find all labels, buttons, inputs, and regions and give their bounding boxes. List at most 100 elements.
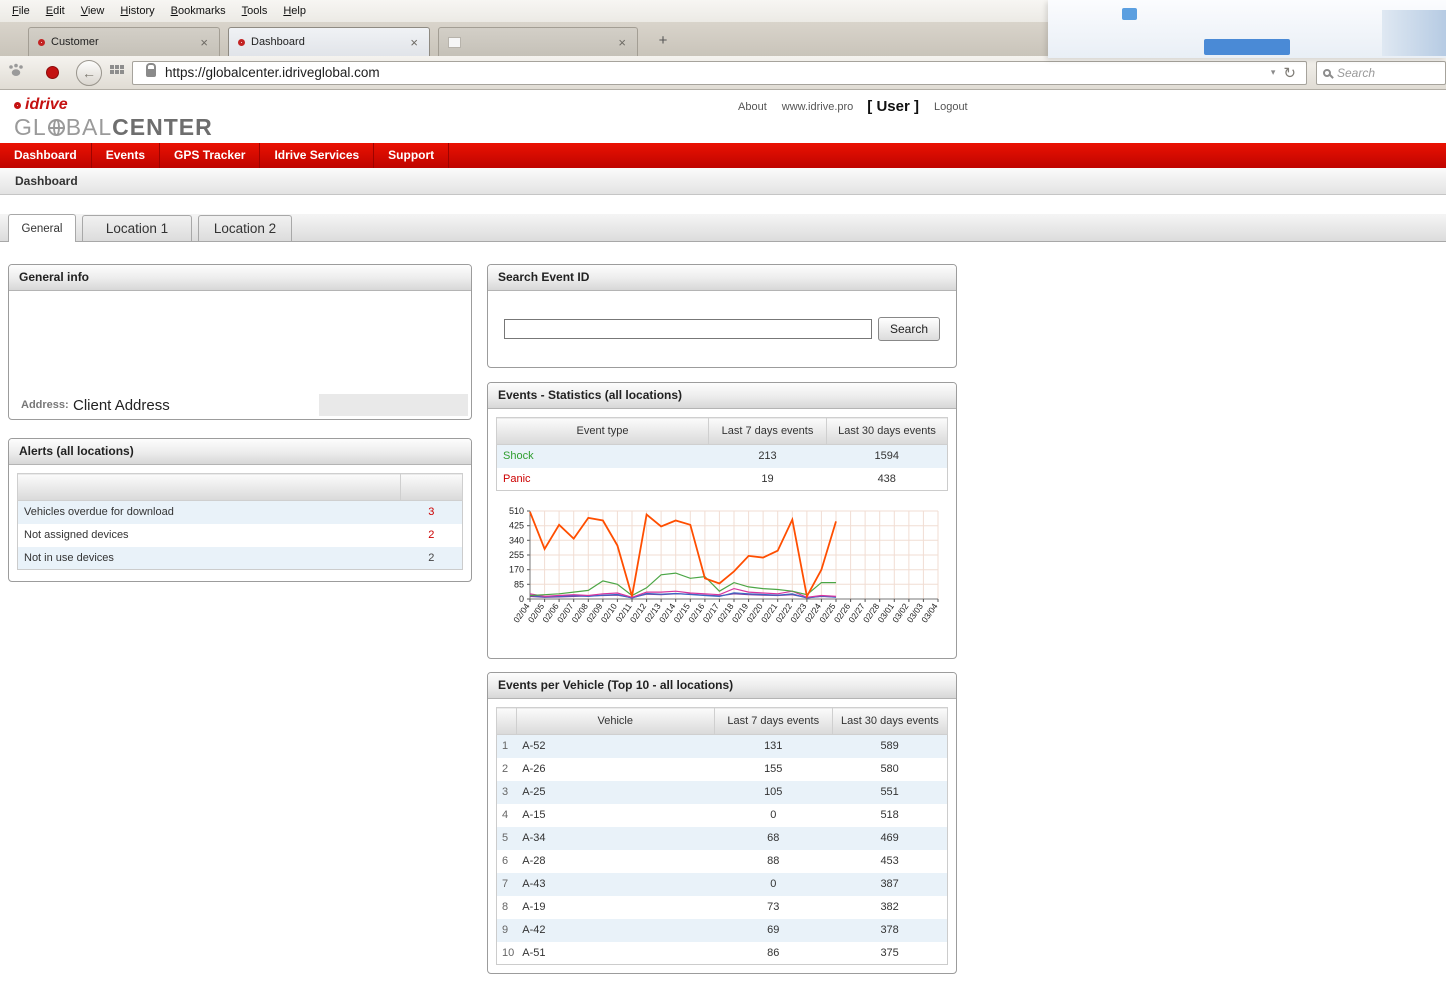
page-thumbnail-icon bbox=[448, 37, 461, 48]
table-row: Not in use devices 2 bbox=[18, 547, 463, 570]
address-bar[interactable]: https://globalcenter.idriveglobal.com ▾ … bbox=[132, 61, 1307, 85]
url-text: https://globalcenter.idriveglobal.com bbox=[165, 65, 1266, 80]
browser-tab-customer[interactable]: Customer × bbox=[28, 27, 220, 56]
panel-title: Search Event ID bbox=[488, 265, 956, 291]
lock-icon bbox=[146, 69, 156, 77]
panel-title: Alerts (all locations) bbox=[9, 439, 471, 465]
close-icon[interactable]: × bbox=[616, 34, 628, 51]
search-icon bbox=[1323, 69, 1331, 77]
overlay-window-button bbox=[1204, 39, 1290, 55]
panel-title: General info bbox=[9, 265, 471, 291]
menu-file[interactable]: File bbox=[4, 2, 38, 20]
menu-tools[interactable]: Tools bbox=[234, 2, 276, 20]
tab-location-1[interactable]: Location 1 bbox=[82, 215, 192, 241]
panel-title: Events per Vehicle (Top 10 - all locatio… bbox=[488, 673, 956, 699]
table-row: 2 A-26 155 580 bbox=[497, 758, 948, 781]
new-tab-button[interactable]: + bbox=[651, 31, 675, 51]
brand-name: idrive bbox=[25, 96, 68, 114]
column-header bbox=[497, 708, 517, 735]
table-row: 1 A-52 131 589 bbox=[497, 735, 948, 758]
address-label: Address: bbox=[9, 399, 73, 411]
browser-tab-dashboard[interactable]: Dashboard × bbox=[228, 27, 430, 56]
event-id-input[interactable] bbox=[504, 319, 872, 339]
table-row: Panic 19 438 bbox=[497, 468, 948, 491]
svg-text:170: 170 bbox=[509, 565, 524, 575]
table-row: Not assigned devices 2 bbox=[18, 524, 463, 547]
alerts-header-value bbox=[401, 474, 463, 501]
menu-history[interactable]: History bbox=[112, 2, 162, 20]
reload-icon[interactable]: ↻ bbox=[1280, 64, 1299, 82]
table-row: 4 A-15 0 518 bbox=[497, 804, 948, 827]
back-button[interactable]: ← bbox=[76, 60, 102, 86]
column-header: Event type bbox=[497, 418, 709, 445]
table-row: 3 A-25 105 551 bbox=[497, 781, 948, 804]
browser-search-input[interactable] bbox=[1337, 66, 1439, 80]
user-label[interactable]: [ User ] bbox=[867, 98, 919, 115]
alerts-panel: Alerts (all locations) Vehicles overdue … bbox=[8, 438, 472, 582]
about-link[interactable]: About bbox=[738, 101, 767, 113]
column-header: Last 7 days events bbox=[709, 418, 827, 445]
events-per-vehicle-panel: Events per Vehicle (Top 10 - all locatio… bbox=[487, 672, 957, 974]
nav-dashboard[interactable]: Dashboard bbox=[0, 143, 92, 168]
nav-support[interactable]: Support bbox=[374, 143, 449, 168]
svg-text:85: 85 bbox=[514, 579, 524, 589]
close-icon[interactable]: × bbox=[198, 34, 210, 51]
table-row: 10 A-51 86 375 bbox=[497, 942, 948, 965]
general-info-panel: General info Address: Client Address bbox=[8, 264, 472, 420]
tab-general[interactable]: General bbox=[8, 214, 76, 242]
alerts-table: Vehicles overdue for download 3 Not assi… bbox=[17, 473, 463, 570]
left-column: General info Address: Client Address Ale… bbox=[8, 264, 472, 582]
header-links: About www.idrive.pro [ User ] Logout bbox=[738, 98, 968, 115]
browser-search-box[interactable] bbox=[1316, 61, 1446, 85]
table-row: 9 A-42 69 378 bbox=[497, 919, 948, 942]
events-chart-container: 08517025534042551002/0402/0502/0602/0702… bbox=[496, 505, 948, 650]
menu-view[interactable]: View bbox=[73, 2, 113, 20]
chevron-down-icon[interactable]: ▾ bbox=[1266, 67, 1281, 78]
svg-text:340: 340 bbox=[509, 535, 524, 545]
svg-text:425: 425 bbox=[509, 521, 524, 531]
brand-global-right: BAL bbox=[66, 115, 112, 140]
overlay-window-icon bbox=[1122, 8, 1137, 20]
table-row: Shock 213 1594 bbox=[497, 445, 948, 468]
menu-help[interactable]: Help bbox=[275, 2, 314, 20]
column-header: Last 30 days events bbox=[832, 708, 947, 735]
tab-title: Dashboard bbox=[251, 36, 402, 48]
search-button[interactable]: Search bbox=[878, 317, 940, 341]
globe-icon bbox=[48, 119, 65, 136]
nav-events[interactable]: Events bbox=[92, 143, 160, 168]
logout-link[interactable]: Logout bbox=[934, 101, 968, 113]
close-icon[interactable]: × bbox=[408, 34, 420, 51]
table-row: 6 A-28 88 453 bbox=[497, 850, 948, 873]
site-link[interactable]: www.idrive.pro bbox=[782, 101, 854, 113]
nav-gps-tracker[interactable]: GPS Tracker bbox=[160, 143, 260, 168]
nav-idrive-services[interactable]: Idrive Services bbox=[260, 143, 374, 168]
menu-edit[interactable]: Edit bbox=[38, 2, 73, 20]
panel-title: Events - Statistics (all locations) bbox=[488, 383, 956, 409]
tab-location-2[interactable]: Location 2 bbox=[198, 215, 292, 241]
column-header: Last 7 days events bbox=[714, 708, 832, 735]
column-header: Last 30 days events bbox=[827, 418, 948, 445]
overlapping-window-artifact bbox=[1048, 0, 1446, 58]
dashboard-tabstrip: General Location 1 Location 2 bbox=[0, 214, 1446, 242]
browser-tab-blank[interactable]: × bbox=[438, 27, 638, 56]
addon-paw-icon[interactable] bbox=[8, 63, 24, 82]
right-column: Search Event ID Search Events - Statisti… bbox=[487, 264, 957, 974]
svg-text:255: 255 bbox=[509, 550, 524, 560]
svg-text:03/04: 03/04 bbox=[919, 601, 940, 624]
table-row: 5 A-34 68 469 bbox=[497, 827, 948, 850]
menu-bookmarks[interactable]: Bookmarks bbox=[163, 2, 234, 20]
browser-chrome: File Edit View History Bookmarks Tools H… bbox=[0, 0, 1446, 90]
apps-grid-icon[interactable] bbox=[110, 64, 124, 82]
idrive-favicon-icon bbox=[38, 39, 45, 46]
events-chart: 08517025534042551002/0402/0502/0602/0702… bbox=[496, 505, 948, 645]
address-filler bbox=[319, 394, 468, 416]
column-header: Vehicle bbox=[516, 708, 714, 735]
page-content: idrive GL BAL CENTER About www.idrive.pr… bbox=[0, 90, 1446, 990]
record-button[interactable] bbox=[46, 66, 59, 79]
address-value: Client Address bbox=[73, 397, 319, 414]
events-statistics-panel: Events - Statistics (all locations) Even… bbox=[487, 382, 957, 659]
idrive-favicon-icon bbox=[238, 39, 245, 46]
address-row: Address: Client Address bbox=[9, 393, 471, 417]
table-row: 7 A-43 0 387 bbox=[497, 873, 948, 896]
search-event-panel: Search Event ID Search bbox=[487, 264, 957, 368]
